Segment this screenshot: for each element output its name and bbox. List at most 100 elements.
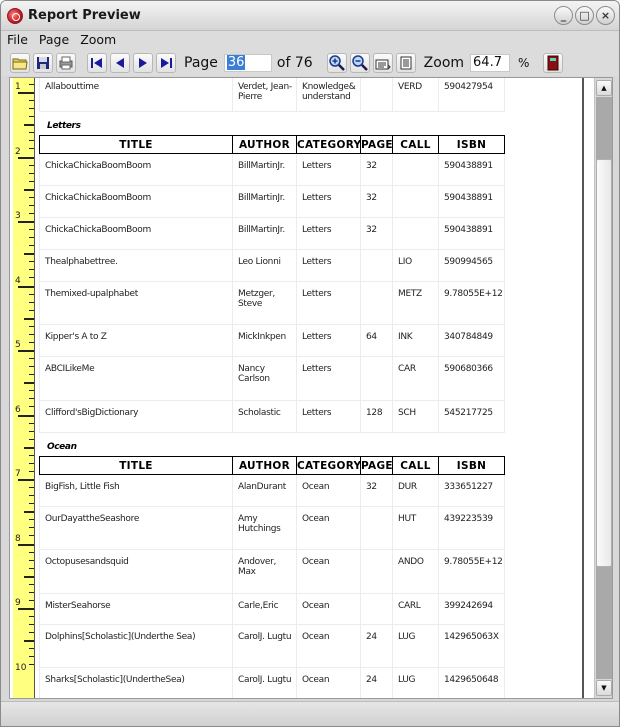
column-header-author: AUTHOR [232, 456, 297, 475]
ruler-tick [29, 422, 34, 424]
cell-title: Kipper's A to Z [39, 324, 233, 357]
ruler-tick [24, 124, 34, 127]
zoom-in-button[interactable] [326, 53, 347, 73]
table-row: Kipper's A to Z MickInkpen Letters 64 INK 340… [39, 324, 505, 357]
last-page-button[interactable] [156, 53, 176, 73]
ruler-tick [29, 495, 34, 497]
ruler-tick [29, 180, 34, 182]
toolbar: Page 36 of 76 Zoom 64.7 % [1, 50, 619, 76]
cell-pages: 24 [360, 667, 393, 698]
cell-author: Nancy Carlson [232, 356, 297, 401]
save-button[interactable] [33, 53, 53, 73]
menu-file[interactable]: File [1, 31, 33, 50]
ruler-tick [29, 83, 34, 85]
status-bar [1, 701, 619, 726]
ruler-tick [29, 648, 34, 650]
arrow-up-icon: ▲ [601, 84, 607, 92]
ruler-tick [29, 212, 34, 214]
minimize-button[interactable]: _ [554, 6, 573, 25]
previous-page-button[interactable] [110, 53, 130, 73]
title-bar: Report Preview _ □ × [1, 1, 619, 31]
scroll-down-button[interactable]: ▼ [596, 680, 612, 696]
cell-pages: 32 [360, 153, 393, 186]
cell-isbn: 590427954 [438, 78, 505, 112]
scrollbar-thumb[interactable] [596, 159, 612, 567]
next-page-icon [139, 58, 147, 68]
ruler-tick [29, 527, 34, 529]
menu-page[interactable]: Page [33, 31, 74, 50]
cell-author: Leo Lionni [232, 249, 297, 282]
cell-isbn: 590438891 [438, 185, 505, 218]
page-count-label: of 76 [276, 55, 313, 71]
cell-author: MickInkpen [232, 324, 297, 357]
cell-title: ChickaChickaBoomBoom [39, 217, 233, 250]
ruler-tick [29, 487, 34, 489]
cell-pages: 32 [360, 217, 393, 250]
ruler-tick [24, 188, 34, 191]
first-page-button[interactable] [87, 53, 107, 73]
arrow-down-icon: ▼ [601, 684, 607, 692]
cell-title: ABCILikeMe [39, 356, 233, 401]
column-header-call: CALL [392, 456, 439, 475]
maximize-button[interactable]: □ [575, 6, 594, 25]
cell-call: INK [392, 324, 439, 357]
cell-isbn: 545217725 [438, 400, 505, 433]
preview-area: 1 2 3 4 5 6 7 8 9 10 Allabouttime Verdet, Jean-Pi… [9, 77, 613, 699]
cell-title: ChickaChickaBoomBoom [39, 153, 233, 186]
cell-call: METZ [392, 281, 439, 325]
cell-author: Andover, Max [232, 549, 297, 594]
ruler-tick [29, 148, 34, 150]
ruler-tick [29, 269, 34, 271]
vertical-ruler: 1 2 3 4 5 6 7 8 9 10 [13, 78, 35, 698]
ruler-tick [29, 616, 34, 618]
exit-button[interactable] [543, 53, 564, 73]
page-number-input[interactable]: 36 [223, 54, 272, 72]
zoom-out-button[interactable] [349, 53, 370, 73]
page-width-button[interactable] [372, 53, 393, 73]
ruler-tick [29, 591, 34, 593]
cell-call: SCH [392, 400, 439, 433]
ruler-tick [24, 382, 34, 385]
cell-isbn: 9.78055E+12 [438, 549, 505, 594]
ruler-tick [29, 277, 34, 279]
ruler-tick [18, 608, 34, 610]
cell-category: Letters [296, 400, 361, 433]
cell-title: BigFish, Little Fish [39, 474, 233, 507]
exit-door-icon [547, 55, 559, 71]
table-row: Themixed-upalphabet Metzger, Steve Letters… [39, 281, 505, 325]
scroll-up-button[interactable]: ▲ [596, 80, 612, 96]
whole-page-button[interactable] [395, 53, 416, 73]
vertical-scrollbar[interactable]: ▲ ▼ [594, 78, 612, 698]
ruler-tick [29, 204, 34, 206]
ruler-tick [29, 196, 34, 198]
scrollbar-track[interactable] [596, 97, 612, 679]
cell-category: Ocean [296, 667, 361, 698]
print-icon [59, 56, 73, 70]
ruler-tick [29, 132, 34, 134]
cell-call: HUT [392, 506, 439, 550]
cell-call: ANDO [392, 549, 439, 594]
cell-isbn: 590438891 [438, 217, 505, 250]
zoom-input[interactable]: 64.7 [470, 54, 511, 72]
cell-call: LUG [392, 667, 439, 698]
cell-category: Letters [296, 356, 361, 401]
table-row: ABCILikeMe Nancy Carlson Letters CAR 5906803… [39, 356, 505, 401]
ruler-tick [29, 245, 34, 247]
next-page-button[interactable] [133, 53, 153, 73]
table-row: Allabouttime Verdet, Jean-Pierre Knowled… [39, 78, 505, 112]
table-row: Sharks[Scholastic](UndertheSea) CarolJ. L… [39, 667, 505, 698]
cell-call: CARL [392, 593, 439, 625]
close-button[interactable]: × [596, 6, 615, 25]
print-button[interactable] [56, 53, 76, 73]
cell-call: DUR [392, 474, 439, 507]
page-width-icon [375, 59, 391, 70]
ruler-tick [29, 237, 34, 239]
open-button[interactable] [10, 53, 30, 73]
cell-pages: 64 [360, 324, 393, 357]
cell-pages [360, 356, 393, 401]
ruler-tick [29, 462, 34, 464]
ruler-tick [29, 164, 34, 166]
ruler-tick [29, 406, 34, 408]
table-row: Dolphins[Scholastic](Underthe Sea) CarolJ… [39, 624, 505, 668]
menu-zoom[interactable]: Zoom [74, 31, 121, 50]
